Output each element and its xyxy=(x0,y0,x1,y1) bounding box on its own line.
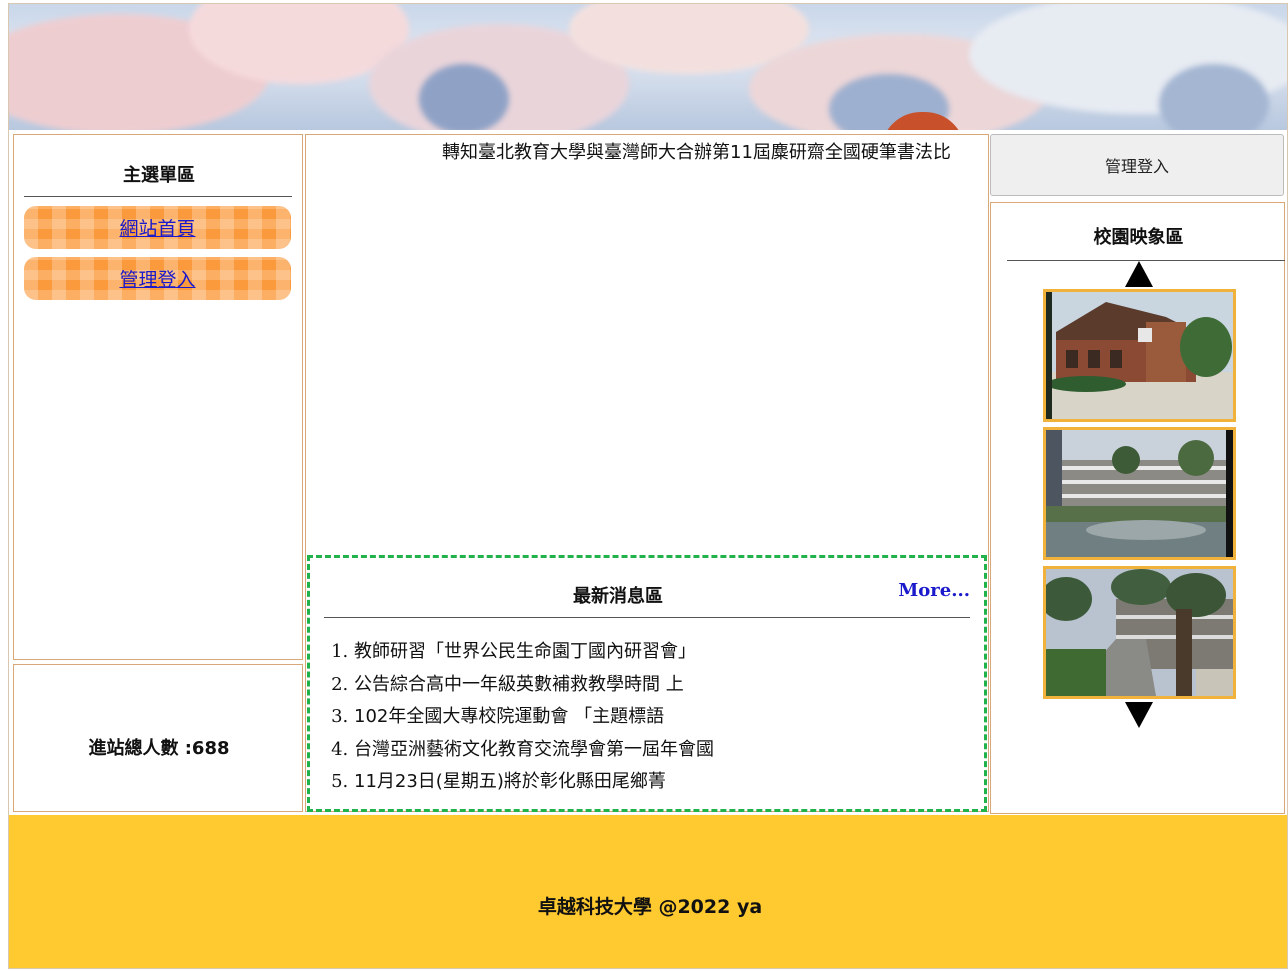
triangle-down-icon[interactable] xyxy=(1125,702,1153,728)
divider xyxy=(24,196,292,197)
news-item[interactable]: 教師研習「世界公民生命園丁國內研習會」 xyxy=(354,636,714,669)
admin-login-button[interactable]: 管理登入 xyxy=(990,134,1284,196)
content-panel: 轉知臺北教育大學與臺灣師大合辦第11屆麋研齋全國硬筆書法比 最新消息區 More… xyxy=(305,134,989,812)
menu-item-home[interactable]: 網站首頁 xyxy=(24,206,291,249)
news-title: 最新消息區 xyxy=(573,586,663,607)
news-item[interactable]: 102年全國大專校院運動會 「主題標語 xyxy=(354,701,714,734)
triangle-up-icon[interactable] xyxy=(1125,261,1153,287)
page-frame: 主選單區 網站首頁 管理登入 進站總人數 :688 轉知臺北教育大學與臺灣師大合… xyxy=(8,3,1288,969)
campus-photo-road-palms[interactable] xyxy=(1043,566,1236,699)
more-link[interactable]: More... xyxy=(898,580,970,601)
menu-item-admin-login[interactable]: 管理登入 xyxy=(24,257,291,300)
news-panel: 最新消息區 More... 教師研習「世界公民生命園丁國內研習會」 公告綜合高中… xyxy=(307,555,987,812)
main-menu-panel: 主選單區 網站首頁 管理登入 xyxy=(13,134,303,660)
news-item[interactable]: 公告綜合高中一年級英數補救教學時間 上 xyxy=(354,669,714,702)
banner-image xyxy=(9,4,1287,130)
campus-gallery-title: 校園映象區 xyxy=(1093,227,1184,248)
campus-photo-brick-building[interactable] xyxy=(1043,289,1236,422)
banner-cloud xyxy=(419,64,509,130)
main-menu-title: 主選單區 xyxy=(123,165,195,186)
footer: 卓越科技大學 @2022 ya xyxy=(9,815,1287,968)
campus-photo-pond-building[interactable] xyxy=(1043,427,1236,560)
divider xyxy=(324,617,970,618)
marquee-text: 轉知臺北教育大學與臺灣師大合辦第11屆麋研齋全國硬筆書法比 xyxy=(442,142,951,163)
news-item[interactable]: 台灣亞洲藝術文化教育交流學會第一屆年會國 xyxy=(354,734,714,767)
news-item[interactable]: 11月23日(星期五)將於彰化縣田尾鄉菁 xyxy=(354,766,714,799)
visitor-counter-panel: 進站總人數 :688 xyxy=(13,664,303,812)
campus-gallery-panel: 校園映象區 xyxy=(990,202,1285,814)
footer-copyright: 卓越科技大學 @2022 ya xyxy=(537,896,763,918)
visitor-counter: 進站總人數 :688 xyxy=(88,738,230,759)
news-list: 教師研習「世界公民生命園丁國內研習會」 公告綜合高中一年級英數補救教學時間 上 … xyxy=(324,636,714,799)
